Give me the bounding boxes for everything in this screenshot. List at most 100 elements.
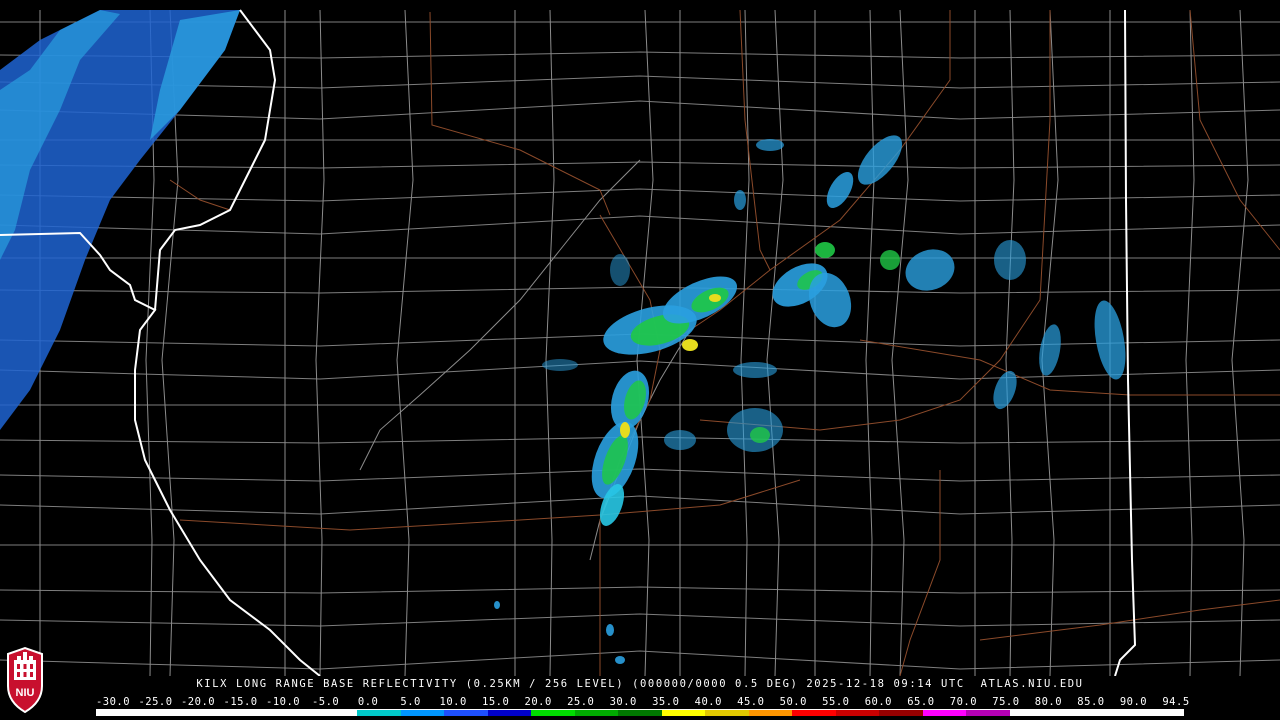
echo-cell <box>494 601 500 609</box>
colorbar-segment <box>139 710 184 716</box>
legend-label: 80.0 <box>1034 696 1063 708</box>
county-line <box>545 9 555 676</box>
echo-cell <box>826 171 854 209</box>
county-line <box>315 9 325 676</box>
colorbar-segment <box>444 710 488 716</box>
colorbar-segment <box>574 710 619 716</box>
colorbar-segment <box>96 710 140 716</box>
colorbar-segment <box>835 710 880 716</box>
reflectivity-colorbar <box>96 709 1184 716</box>
colorbar-segment <box>531 710 575 716</box>
highway <box>1189 9 1280 251</box>
colorbar-segment <box>183 710 227 716</box>
highway <box>979 599 1280 641</box>
legend-label: 35.0 <box>652 696 680 708</box>
colorbar-segment <box>966 710 1010 716</box>
legend-label: 0.0 <box>357 696 379 708</box>
colorbar-segment <box>748 710 793 716</box>
highway <box>859 339 1280 396</box>
county-line <box>0 613 1280 627</box>
colorbar-segment <box>357 710 401 716</box>
legend-label: -10.0 <box>266 696 301 708</box>
echo-cell <box>994 240 1026 280</box>
county-line <box>1231 9 1249 676</box>
county-line <box>766 9 784 676</box>
echo-cell <box>542 359 578 371</box>
county-line <box>0 100 1280 120</box>
legend-label: 90.0 <box>1119 696 1148 708</box>
highway <box>179 479 801 531</box>
county-line <box>0 650 1280 670</box>
colorbar-segment <box>792 710 836 716</box>
echo-cell <box>664 430 696 450</box>
echo-cell <box>815 242 835 258</box>
legend-label: 20.0 <box>524 696 552 708</box>
echo-cell <box>615 656 625 664</box>
colorbar-segment <box>661 710 706 716</box>
colorbar-segment <box>1140 710 1184 716</box>
colorbar-segment <box>1053 710 1097 716</box>
echo-cell <box>750 427 770 443</box>
county-line <box>891 9 909 676</box>
legend-label: -5.0 <box>311 696 340 708</box>
echo-cell <box>1094 300 1126 380</box>
echo-cell <box>905 249 955 291</box>
county-line <box>1005 9 1015 676</box>
legend-label: 10.0 <box>439 696 467 708</box>
echo-cell <box>606 624 614 636</box>
echo-cell <box>880 250 900 270</box>
county-line <box>0 161 1280 169</box>
legend-label: 65.0 <box>907 696 935 708</box>
county-line <box>1185 9 1195 676</box>
legend-label: 40.0 <box>694 696 722 708</box>
colorbar-segment <box>400 710 445 716</box>
legend-label: 70.0 <box>949 696 978 708</box>
colorbar-segment <box>226 710 271 716</box>
legend-label: 45.0 <box>737 696 765 708</box>
legend-label: 15.0 <box>482 696 510 708</box>
legend-label: 25.0 <box>567 696 595 708</box>
echo-cell <box>682 339 698 351</box>
colorbar-segment <box>618 710 662 716</box>
colorbar-segment <box>879 710 923 716</box>
legend-label: 75.0 <box>992 696 1020 708</box>
legend-label: -15.0 <box>223 696 258 708</box>
colorbar-segment <box>487 710 532 716</box>
legend-label: -30.0 <box>95 696 131 708</box>
echo-cell <box>610 254 630 286</box>
echo-cell <box>620 422 630 438</box>
legend-label: 30.0 <box>609 696 637 708</box>
colorbar-segment <box>270 710 314 716</box>
county-line <box>0 586 1280 594</box>
highway <box>169 179 231 211</box>
echo-cell <box>734 190 746 210</box>
colorbar-segment <box>313 710 358 716</box>
highway <box>899 470 941 676</box>
colorbar-segment <box>705 710 749 716</box>
highway <box>429 11 611 216</box>
legend-labels: -30.0 -25.0 -20.0 -15.0 -10.0 -5.0 0.0 5.0 10.0 1… <box>0 696 1280 708</box>
legend-label: 85.0 <box>1077 696 1105 708</box>
echo-cell <box>993 370 1017 410</box>
colorbar-segment <box>922 710 967 716</box>
echo-cell <box>733 362 777 378</box>
product-caption: KILX LONG RANGE BASE REFLECTIVITY (0.25K… <box>196 678 1084 690</box>
county-line <box>0 286 1280 294</box>
legend-label: 50.0 <box>779 696 807 708</box>
legend-label: 5.0 <box>400 696 421 708</box>
radar-map <box>0 9 1280 676</box>
echo-cell <box>709 294 721 302</box>
echo-cell <box>1039 324 1061 376</box>
legend-label: 60.0 <box>864 696 893 708</box>
county-line <box>0 436 1280 444</box>
legend-label: 55.0 <box>822 696 850 708</box>
colorbar-segment <box>1009 710 1054 716</box>
county-line <box>359 159 641 471</box>
echo-cell <box>857 135 903 185</box>
legend-label: -20.0 <box>180 696 216 708</box>
legend-label: -25.0 <box>138 696 173 708</box>
legend-label: 94.5 <box>1162 696 1190 708</box>
county-line <box>0 468 1280 482</box>
county-line <box>0 215 1280 235</box>
colorbar-segment <box>1096 710 1141 716</box>
